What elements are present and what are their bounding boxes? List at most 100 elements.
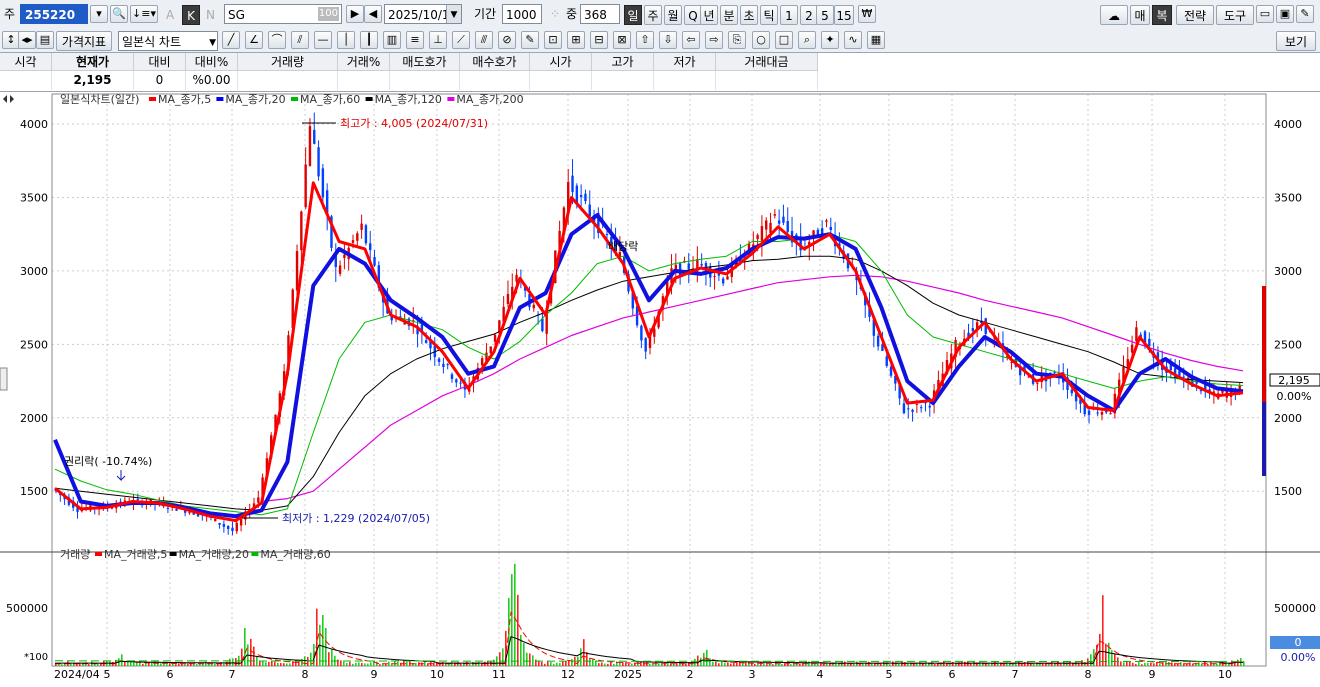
parallel-icon[interactable]: ⟋	[452, 31, 470, 49]
timeframe-month[interactable]: 월	[664, 5, 682, 25]
save-icon[interactable]: ▣	[1276, 5, 1294, 23]
date-picker[interactable]: 2025/10/17 ▼	[384, 4, 462, 24]
volume-bar	[520, 634, 522, 666]
interval-more-icon[interactable]: ₩	[858, 5, 876, 23]
box-icon[interactable]: ⊡	[544, 31, 562, 49]
compare-a-toggle[interactable]: A	[166, 5, 180, 25]
volume-bar	[1129, 661, 1131, 666]
sort-icon[interactable]: ↓≡▾	[130, 5, 158, 23]
timeframe-minute[interactable]: 분	[720, 5, 738, 25]
chart-type-dropdown-icon[interactable]: ▼	[209, 33, 216, 50]
candle-body	[1100, 411, 1104, 415]
grid-icon[interactable]: ▥	[383, 31, 401, 49]
cloud-icon[interactable]: ☁	[1100, 5, 1128, 25]
multi-button[interactable]: 복	[1152, 5, 1172, 25]
up-arrow-icon[interactable]: ⇧	[636, 31, 654, 49]
wave-icon[interactable]: ∿	[844, 31, 862, 49]
next-arrow-icon[interactable]: ▶	[346, 5, 364, 23]
code-dropdown-icon[interactable]: ▾	[90, 5, 108, 23]
right-arrow-icon[interactable]: ⇨	[705, 31, 723, 49]
folder-icon[interactable]: ▭	[1256, 5, 1274, 23]
count-input[interactable]: 368	[580, 4, 620, 24]
magnify-icon[interactable]: ⌕	[798, 31, 816, 49]
candle-body	[769, 222, 772, 233]
candle-body	[1087, 410, 1091, 415]
timeframe-week[interactable]: 주	[644, 5, 662, 25]
candle-body	[756, 234, 759, 240]
trendline-icon[interactable]: ╱	[222, 31, 240, 49]
timeframe-tick[interactable]: 틱	[760, 5, 778, 25]
settings-icon[interactable]: ▤	[36, 31, 54, 49]
candle-body	[360, 223, 363, 230]
stock-code-input[interactable]: 255220	[20, 4, 88, 24]
volume-bar	[745, 662, 747, 666]
cross-box-icon[interactable]: ⊠	[613, 31, 631, 49]
candle-body	[317, 147, 320, 177]
channel-icon[interactable]: ⫻	[475, 31, 493, 49]
erase-icon[interactable]: ⊘	[498, 31, 516, 49]
period-input[interactable]: 1000	[502, 4, 542, 24]
cross-icon[interactable]: ⊥	[429, 31, 447, 49]
angle-icon[interactable]: ∠	[245, 31, 263, 49]
expand-icon[interactable]: ◂▸	[18, 31, 36, 49]
chart-grid-icon[interactable]: ▦	[867, 31, 885, 49]
timeframe-day[interactable]: 일	[624, 5, 642, 25]
tools-button[interactable]: 도구	[1216, 5, 1254, 25]
interval-5[interactable]: 5	[816, 5, 834, 25]
view-button[interactable]: 보기	[1276, 31, 1316, 51]
candle-body	[971, 328, 975, 332]
compare-n-toggle[interactable]: N	[206, 5, 220, 25]
interval-1[interactable]: 1	[780, 5, 798, 25]
compare-k-toggle[interactable]: K	[182, 5, 200, 25]
vertical-line-icon[interactable]: │	[337, 31, 355, 49]
interval-15[interactable]: 15	[834, 5, 854, 25]
x-tick-label: 9	[1149, 668, 1156, 681]
down-arrow-icon[interactable]: ⇩	[659, 31, 677, 49]
volume-bar	[781, 664, 783, 666]
candle-body	[351, 240, 355, 243]
volume-bar	[829, 664, 831, 666]
trade-button[interactable]: 매	[1130, 5, 1150, 25]
minus-icon[interactable]: ⊟	[590, 31, 608, 49]
pencil-icon[interactable]: ✎	[521, 31, 539, 49]
chart-area[interactable]: 2024/04 5 6 7 8 9 10 11 12 2025 2 3 4 5 6 7 8 9 10 1500 1500…	[0, 92, 1320, 684]
circle-icon[interactable]: ○	[752, 31, 770, 49]
stock-name-field[interactable]: SG 100	[224, 4, 342, 24]
price-range-bar-down	[1262, 402, 1266, 476]
candle-body	[222, 523, 226, 527]
volume-bar	[793, 663, 795, 666]
volume-bar	[481, 663, 483, 666]
volume-bar	[361, 662, 363, 666]
plus-icon[interactable]: ⊞	[567, 31, 585, 49]
volume-bar	[547, 661, 549, 666]
fan-icon[interactable]: ⫽	[291, 31, 309, 49]
quote-value	[530, 71, 592, 90]
quote-header: 매도호가	[390, 53, 460, 71]
date-dropdown-icon[interactable]: ▼	[446, 5, 461, 23]
rectangle-icon[interactable]: □	[775, 31, 793, 49]
timeframe-year[interactable]: 년	[700, 5, 718, 25]
copy-icon[interactable]: ⎘	[728, 31, 746, 49]
volume-bar	[658, 663, 660, 666]
volume-bar	[421, 662, 423, 666]
search-icon[interactable]: 🔍	[110, 5, 128, 23]
indicator-button[interactable]: 가격지표	[56, 31, 112, 51]
volume-bar	[388, 661, 390, 666]
timeframe-second[interactable]: 초	[740, 5, 758, 25]
chart-type-select[interactable]: 일본식 차트 ▼	[118, 31, 218, 51]
star-icon[interactable]: ✦	[821, 31, 839, 49]
left-arrow-icon[interactable]: ⇦	[682, 31, 700, 49]
period-spin-icon[interactable]: ⁘	[546, 4, 564, 24]
prev-arrow-icon[interactable]: ◀	[364, 5, 382, 23]
volume-bar	[700, 657, 702, 666]
arc-icon[interactable]: ⌒	[268, 31, 286, 49]
quote-value	[654, 71, 716, 90]
chart-svg[interactable]: 2024/04 5 6 7 8 9 10 11 12 2025 2 3 4 5 6 7 8 9 10 1500 1500…	[0, 92, 1320, 684]
vertical-bar-icon[interactable]: ┃	[360, 31, 378, 49]
horizontal-line-icon[interactable]: —	[314, 31, 332, 49]
volume-bar	[814, 664, 816, 666]
strategy-button[interactable]: 전략	[1176, 5, 1214, 25]
fibo-icon[interactable]: ≡	[406, 31, 424, 49]
wrench-icon[interactable]: ✎	[1296, 5, 1314, 23]
volume-bar	[709, 658, 711, 666]
